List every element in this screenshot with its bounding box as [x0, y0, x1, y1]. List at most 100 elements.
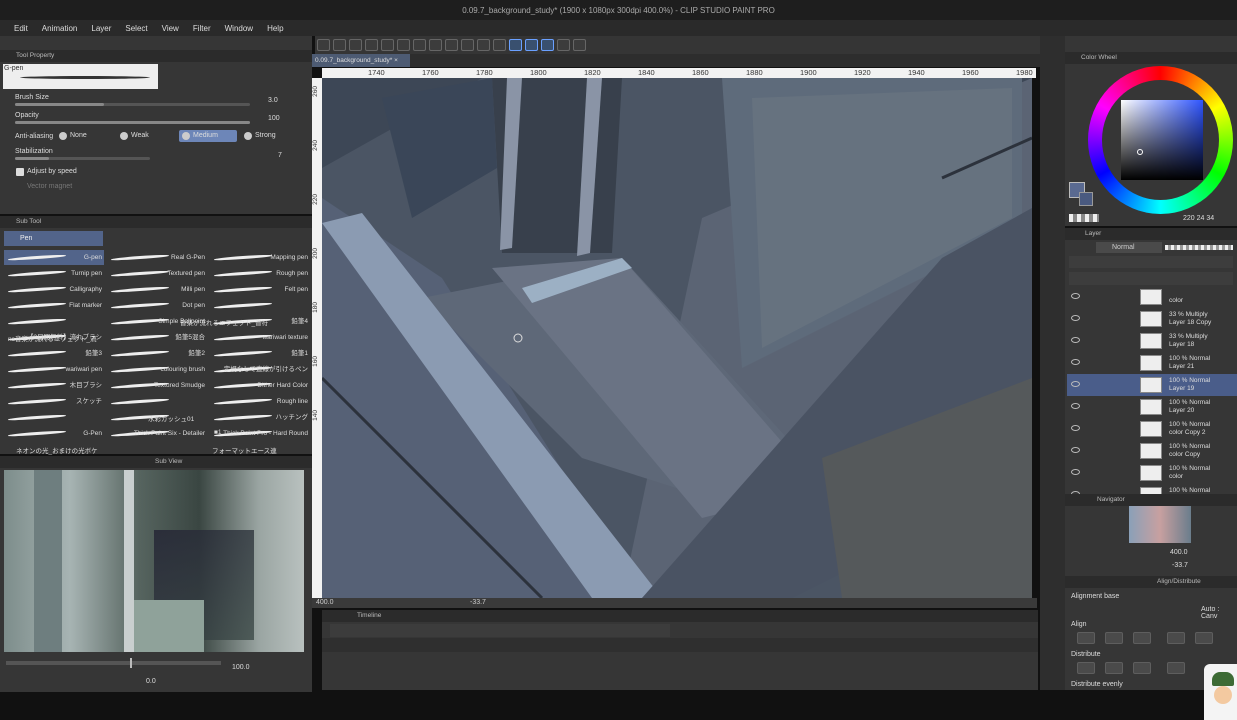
menu-view[interactable]: View: [162, 24, 179, 33]
navigator-zoom[interactable]: 400.0: [1170, 549, 1188, 556]
brush-item[interactable]: Dither Hard Color: [210, 378, 310, 393]
help-icon[interactable]: [573, 39, 586, 51]
brush-item[interactable]: Calligraphy: [4, 282, 104, 297]
brush-item[interactable]: [210, 298, 310, 313]
layer-row[interactable]: 100 % Normal color: [1067, 462, 1237, 484]
brush-item[interactable]: スケッチ: [4, 394, 104, 409]
distribute-top-button[interactable]: [1167, 662, 1185, 674]
align-left-button[interactable]: [1077, 632, 1095, 644]
fill-icon[interactable]: [429, 39, 442, 51]
brush-item[interactable]: Milli pen: [107, 282, 207, 297]
layer-row[interactable]: 100 % Normal color Copy: [1067, 440, 1237, 462]
brush-item[interactable]: Textured pen: [107, 266, 207, 281]
brush-item[interactable]: 鉛筆1: [210, 346, 310, 361]
menu-edit[interactable]: Edit: [14, 24, 28, 33]
brush-size-slider[interactable]: [15, 103, 250, 106]
layer-icon[interactable]: [557, 39, 570, 51]
timeline-track[interactable]: [322, 638, 1038, 652]
clear-icon[interactable]: [493, 39, 506, 51]
navigator-preview[interactable]: [1129, 506, 1191, 543]
layer-row[interactable]: 33 % Multiply Layer 18 Copy: [1067, 308, 1237, 330]
menu-help[interactable]: Help: [267, 24, 283, 33]
align-right-button[interactable]: [1133, 632, 1151, 644]
brush-item[interactable]: Rough line: [210, 394, 310, 409]
saturation-value-square[interactable]: [1121, 100, 1203, 180]
eye-icon[interactable]: [1071, 381, 1080, 387]
color-picker-cursor[interactable]: [1137, 149, 1143, 155]
settings-icon[interactable]: [413, 39, 426, 51]
distribute-left-button[interactable]: [1077, 662, 1095, 674]
sub-view-zoom[interactable]: 100.0: [232, 664, 250, 671]
blend-mode-select[interactable]: Normal: [1096, 242, 1162, 253]
canvas-zoom[interactable]: 400.0: [316, 599, 334, 606]
transparent-swatch[interactable]: [1069, 214, 1099, 222]
eye-icon[interactable]: [1071, 403, 1080, 409]
layer-row[interactable]: 100 % Normal Layer 19: [1067, 374, 1237, 396]
brush-item[interactable]: Felt pen: [210, 282, 310, 297]
opacity-slider[interactable]: [15, 121, 250, 124]
save-icon[interactable]: [349, 39, 362, 51]
layer-row[interactable]: color: [1067, 286, 1237, 308]
antialias-weak[interactable]: Weak: [117, 130, 175, 142]
align-center-button[interactable]: [1105, 632, 1123, 644]
menu-window[interactable]: Window: [225, 24, 253, 33]
stabilization-slider[interactable]: [15, 157, 150, 160]
brush-item[interactable]: G-pen: [4, 250, 104, 265]
brush-item[interactable]: ハッチング: [210, 410, 310, 425]
brush-item[interactable]: Thick Paint Six - Detailer: [107, 426, 207, 441]
antialias-medium[interactable]: Medium: [179, 130, 237, 142]
drawing-canvas[interactable]: [322, 78, 1032, 598]
snap-grid-icon[interactable]: [541, 39, 554, 51]
brush-item[interactable]: Textured Smudge: [107, 378, 207, 393]
brush-item[interactable]: 鉛筆3: [4, 346, 104, 361]
layer-row[interactable]: 100 % Normal Layer 20: [1067, 396, 1237, 418]
deselect-icon[interactable]: [461, 39, 474, 51]
eye-icon[interactable]: [1071, 425, 1080, 431]
brush-item[interactable]: [107, 394, 207, 409]
brush-item[interactable]: Flat marker: [4, 298, 104, 313]
crop-icon[interactable]: [477, 39, 490, 51]
layer-opacity-slider[interactable]: [1165, 245, 1233, 250]
sub-view-zoom-slider[interactable]: [6, 658, 221, 668]
sub-tool-tab-pen[interactable]: Pen: [4, 231, 103, 246]
sub-view-angle[interactable]: 0.0: [146, 678, 156, 685]
menu-filter[interactable]: Filter: [193, 24, 211, 33]
undo-icon[interactable]: [381, 39, 394, 51]
adjust-speed-checkbox[interactable]: [16, 168, 24, 176]
eye-icon[interactable]: [1071, 469, 1080, 475]
redo-icon[interactable]: [397, 39, 410, 51]
distribute-right-button[interactable]: [1133, 662, 1151, 674]
brush-item[interactable]: colouring brush: [107, 362, 207, 377]
brush-item[interactable]: Dot pen: [107, 298, 207, 313]
new-icon[interactable]: [317, 39, 330, 51]
brush-item[interactable]: 定規なしで直線が引けるペン: [210, 362, 310, 377]
brush-item[interactable]: Turnip pen: [4, 266, 104, 281]
brush-item[interactable]: G-Pen: [4, 426, 104, 441]
brush-item[interactable]: 鉛筆2: [107, 346, 207, 361]
snap-special-ruler-icon[interactable]: [525, 39, 538, 51]
eye-icon[interactable]: [1071, 337, 1080, 343]
brush-item[interactable]: Rough pen: [210, 266, 310, 281]
alignment-base-auto[interactable]: Auto : Canv: [1201, 606, 1237, 620]
brush-item[interactable]: wariwari texture: [210, 330, 310, 345]
brush-item[interactable]: wariwari pen: [4, 362, 104, 377]
menu-layer[interactable]: Layer: [91, 24, 111, 33]
distribute-center-button[interactable]: [1105, 662, 1123, 674]
brush-item[interactable]: Mapping pen: [210, 250, 310, 265]
antialias-strong[interactable]: Strong: [241, 130, 299, 142]
brush-item[interactable]: 鉛筆5混合: [107, 330, 207, 345]
eye-icon[interactable]: [1071, 447, 1080, 453]
layer-row[interactable]: 100 % Normal Layer 21: [1067, 352, 1237, 374]
canvas-rotation[interactable]: -33.7: [470, 599, 486, 606]
brush-item[interactable]: [4, 314, 104, 329]
open-icon[interactable]: [333, 39, 346, 51]
brush-item[interactable]: 木目ブラシ: [4, 378, 104, 393]
menu-select[interactable]: Select: [125, 24, 147, 33]
snap-ruler-icon[interactable]: [509, 39, 522, 51]
align-middle-button[interactable]: [1195, 632, 1213, 644]
export-icon[interactable]: [365, 39, 378, 51]
antialias-none[interactable]: None: [56, 130, 114, 142]
brush-item[interactable]: [4, 410, 104, 425]
brush-item[interactable]: Thick Paint Pro - Hard Round: [210, 426, 310, 441]
stabilization-value[interactable]: 7: [278, 152, 282, 159]
